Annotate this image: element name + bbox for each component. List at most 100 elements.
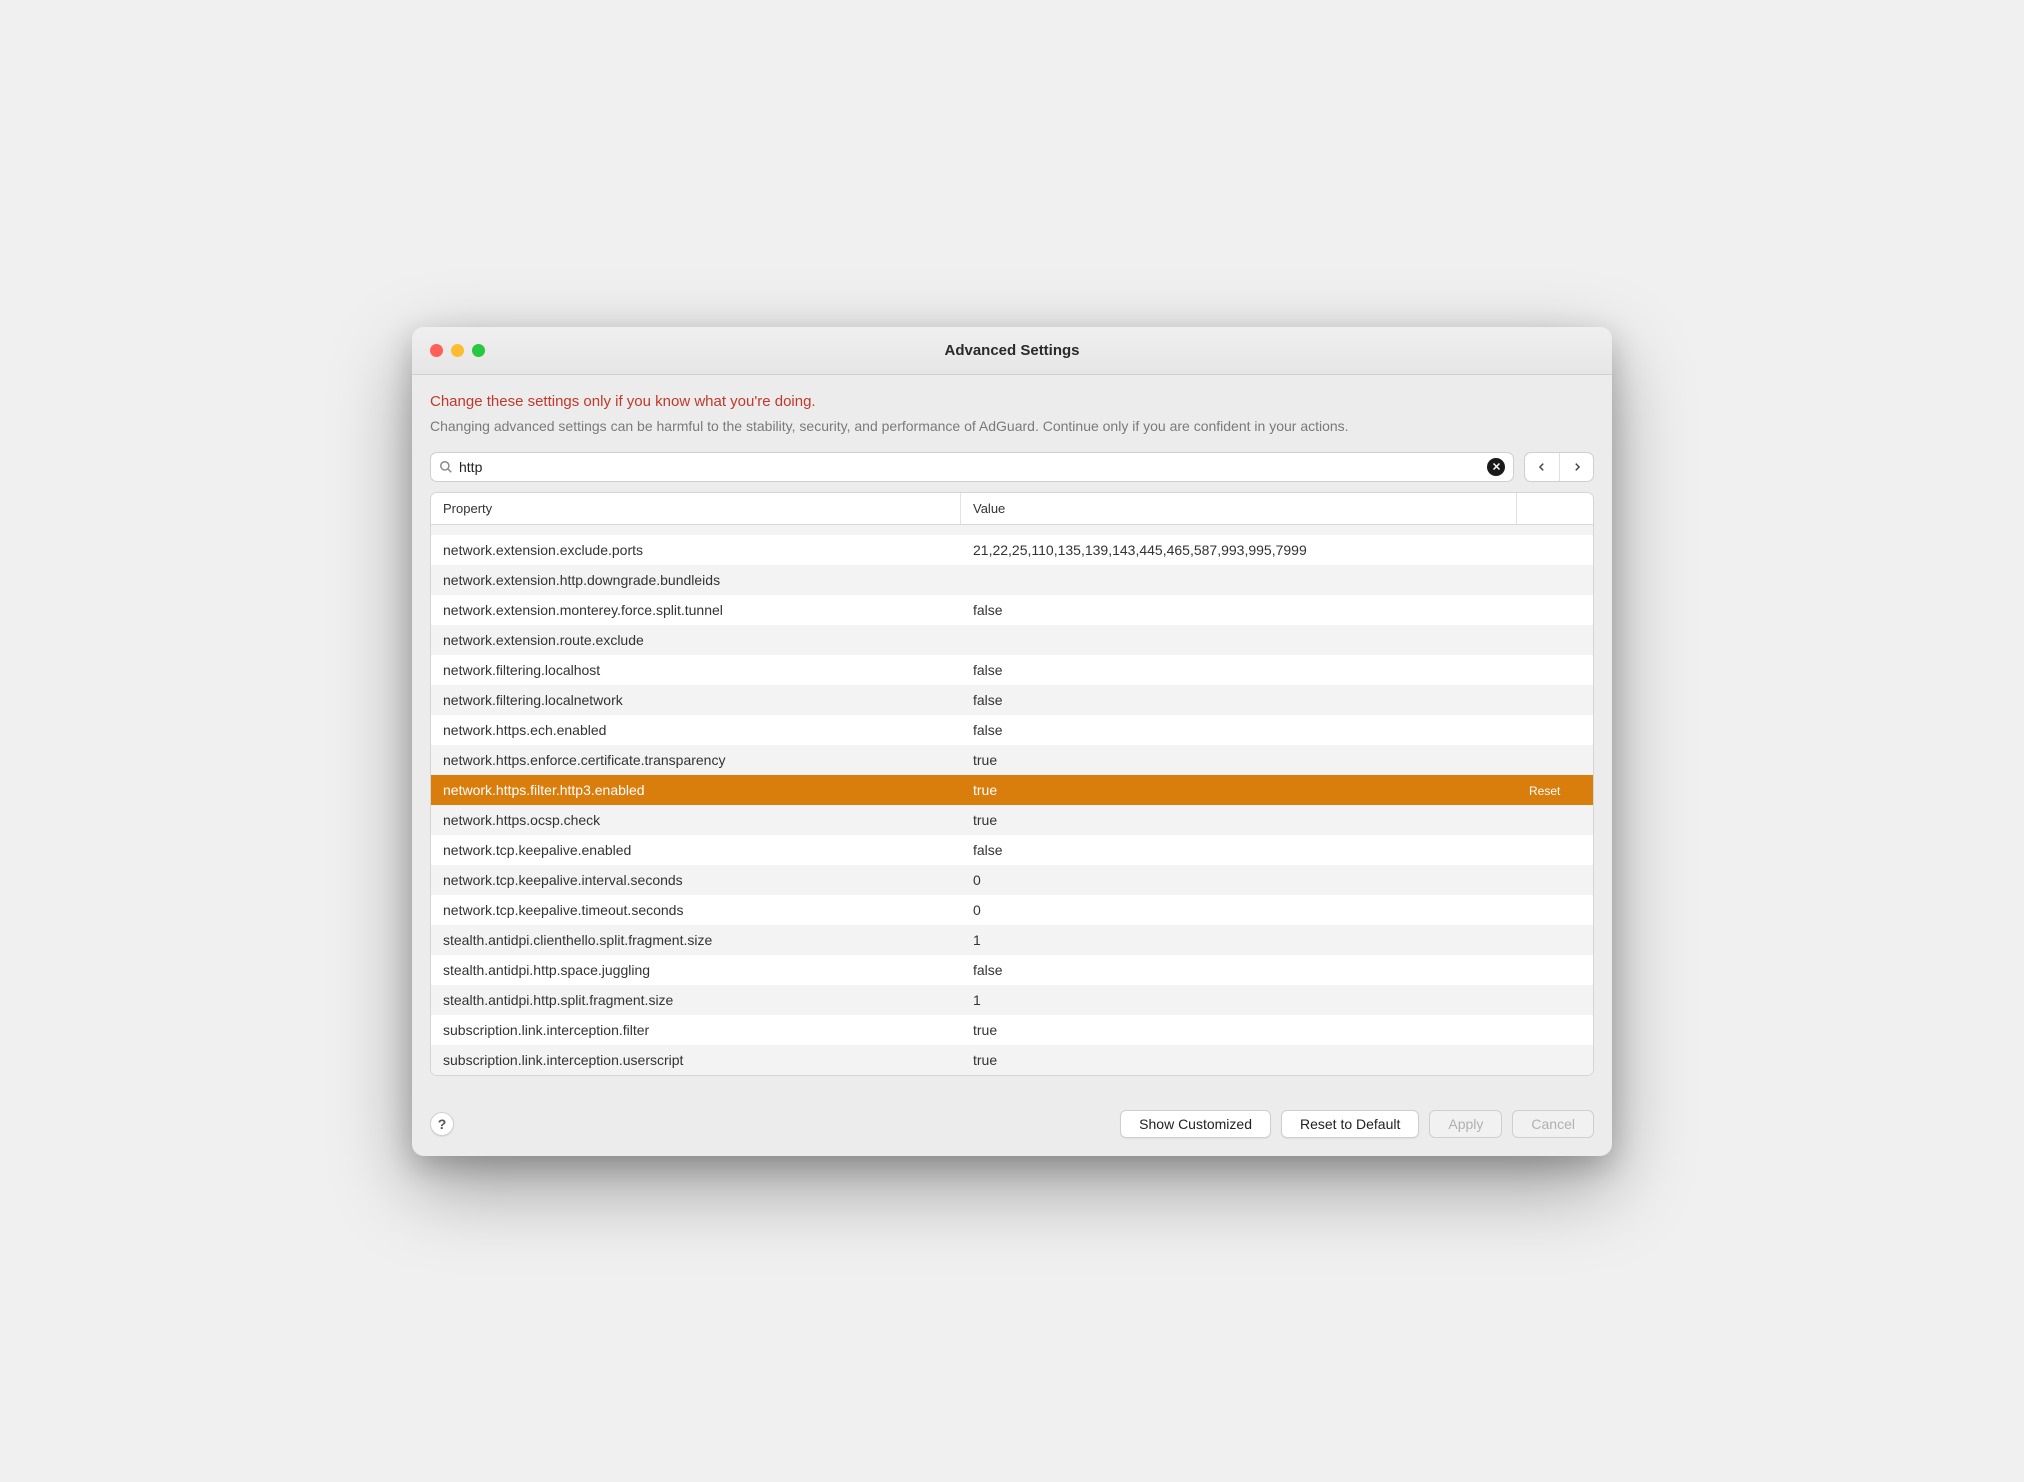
property-cell: network.https.enforce.certificate.transp…: [431, 747, 961, 773]
reset-cell: [1517, 875, 1593, 885]
close-icon[interactable]: [430, 344, 443, 357]
value-cell: true: [961, 1047, 1517, 1073]
value-cell: false: [961, 657, 1517, 683]
clear-search-icon[interactable]: [1487, 458, 1505, 476]
reset-cell: [1517, 725, 1593, 735]
table-row[interactable]: network.extension.exclude.ports21,22,25,…: [431, 535, 1593, 565]
property-cell: network.https.ocsp.check: [431, 807, 961, 833]
value-cell: true: [961, 807, 1517, 833]
column-header-action: [1517, 493, 1593, 524]
nav-buttons: [1524, 452, 1594, 482]
table-row[interactable]: network.https.enforce.certificate.transp…: [431, 745, 1593, 775]
value-cell: false: [961, 717, 1517, 743]
traffic-lights: [412, 344, 485, 357]
reset-cell: [1517, 575, 1593, 585]
table-row[interactable]: subscription.link.interception.userscrip…: [431, 1045, 1593, 1075]
value-cell: true: [961, 747, 1517, 773]
settings-window: Advanced Settings Change these settings …: [412, 327, 1612, 1156]
reset-cell[interactable]: Reset: [1517, 777, 1593, 803]
value-cell: 0: [961, 867, 1517, 893]
minimize-icon[interactable]: [451, 344, 464, 357]
table-row[interactable]: network.https.ech.enabledfalse: [431, 715, 1593, 745]
reset-cell: [1517, 665, 1593, 675]
table-row[interactable]: network.https.ocsp.checktrue: [431, 805, 1593, 835]
table-header: Property Value: [431, 493, 1593, 525]
property-cell: network.tcp.keepalive.interval.seconds: [431, 867, 961, 893]
nav-next-button[interactable]: [1559, 453, 1593, 481]
reset-cell: [1517, 545, 1593, 555]
table-row[interactable]: network.tcp.keepalive.interval.seconds0: [431, 865, 1593, 895]
property-cell: stealth.antidpi.http.split.fragment.size: [431, 987, 961, 1013]
table-row[interactable]: network.extension.route.exclude: [431, 625, 1593, 655]
nav-prev-button[interactable]: [1525, 453, 1559, 481]
cancel-button[interactable]: Cancel: [1512, 1110, 1594, 1138]
warning-subtitle: Changing advanced settings can be harmfu…: [430, 418, 1594, 434]
help-button[interactable]: ?: [430, 1112, 454, 1136]
table-row[interactable]: stealth.antidpi.clienthello.split.fragme…: [431, 925, 1593, 955]
reset-cell: [1517, 845, 1593, 855]
reset-cell: [1517, 1055, 1593, 1065]
table-row[interactable]: network.filtering.localhostfalse: [431, 655, 1593, 685]
table-row[interactable]: [431, 525, 1593, 535]
value-cell: true: [961, 777, 1517, 803]
value-cell: 1: [961, 987, 1517, 1013]
reset-cell: [1517, 995, 1593, 1005]
property-cell: subscription.link.interception.filter: [431, 1017, 961, 1043]
reset-cell: [1517, 905, 1593, 915]
reset-cell: [1517, 965, 1593, 975]
value-cell: false: [961, 957, 1517, 983]
warning-title: Change these settings only if you know w…: [430, 393, 1594, 410]
reset-row-button[interactable]: Reset: [1529, 784, 1560, 798]
property-cell: network.filtering.localhost: [431, 657, 961, 683]
search-icon: [439, 460, 453, 474]
property-cell: network.https.filter.http3.enabled: [431, 777, 961, 803]
value-cell: false: [961, 597, 1517, 623]
reset-cell: [1517, 815, 1593, 825]
reset-cell: [1517, 1025, 1593, 1035]
property-cell: subscription.link.interception.userscrip…: [431, 1047, 961, 1073]
maximize-icon[interactable]: [472, 344, 485, 357]
table-row[interactable]: stealth.antidpi.http.space.jugglingfalse: [431, 955, 1593, 985]
reset-cell: [1517, 935, 1593, 945]
value-cell: true: [961, 1017, 1517, 1043]
table-row[interactable]: subscription.link.interception.filtertru…: [431, 1015, 1593, 1045]
property-cell: network.extension.exclude.ports: [431, 537, 961, 563]
value-cell: 1: [961, 927, 1517, 953]
value-cell: false: [961, 837, 1517, 863]
value-cell: 0: [961, 897, 1517, 923]
value-cell: false: [961, 687, 1517, 713]
property-cell: stealth.antidpi.clienthello.split.fragme…: [431, 927, 961, 953]
search-row: [430, 452, 1594, 482]
search-input[interactable]: [459, 455, 1487, 479]
property-cell: network.https.ech.enabled: [431, 717, 961, 743]
value-cell: [961, 635, 1517, 645]
property-cell: network.extension.monterey.force.split.t…: [431, 597, 961, 623]
table-row[interactable]: network.extension.monterey.force.split.t…: [431, 595, 1593, 625]
table-row[interactable]: network.extension.http.downgrade.bundlei…: [431, 565, 1593, 595]
property-cell: network.extension.route.exclude: [431, 627, 961, 653]
settings-table: Property Value network.extension.exclude…: [430, 492, 1594, 1076]
table-row[interactable]: network.https.filter.http3.enabledtrue Re…: [431, 775, 1593, 805]
reset-cell: [1517, 605, 1593, 615]
table-row[interactable]: network.tcp.keepalive.enabledfalse: [431, 835, 1593, 865]
table-row[interactable]: stealth.antidpi.http.split.fragment.size…: [431, 985, 1593, 1015]
table-row[interactable]: network.tcp.keepalive.timeout.seconds0: [431, 895, 1593, 925]
property-cell: network.extension.http.downgrade.bundlei…: [431, 567, 961, 593]
table-body[interactable]: network.extension.exclude.ports21,22,25,…: [431, 525, 1593, 1075]
reset-cell: [1517, 635, 1593, 645]
property-cell: network.tcp.keepalive.timeout.seconds: [431, 897, 961, 923]
search-box[interactable]: [430, 452, 1514, 482]
show-customized-button[interactable]: Show Customized: [1120, 1110, 1271, 1138]
column-header-property[interactable]: Property: [431, 493, 961, 524]
content-area: Change these settings only if you know w…: [412, 375, 1612, 1094]
property-cell: network.filtering.localnetwork: [431, 687, 961, 713]
property-cell: stealth.antidpi.http.space.juggling: [431, 957, 961, 983]
titlebar: Advanced Settings: [412, 327, 1612, 375]
column-header-value[interactable]: Value: [961, 493, 1517, 524]
property-cell: network.tcp.keepalive.enabled: [431, 837, 961, 863]
value-cell: 21,22,25,110,135,139,143,445,465,587,993…: [961, 537, 1517, 563]
window-title: Advanced Settings: [412, 342, 1612, 359]
table-row[interactable]: network.filtering.localnetworkfalse: [431, 685, 1593, 715]
reset-to-default-button[interactable]: Reset to Default: [1281, 1110, 1419, 1138]
apply-button[interactable]: Apply: [1429, 1110, 1502, 1138]
